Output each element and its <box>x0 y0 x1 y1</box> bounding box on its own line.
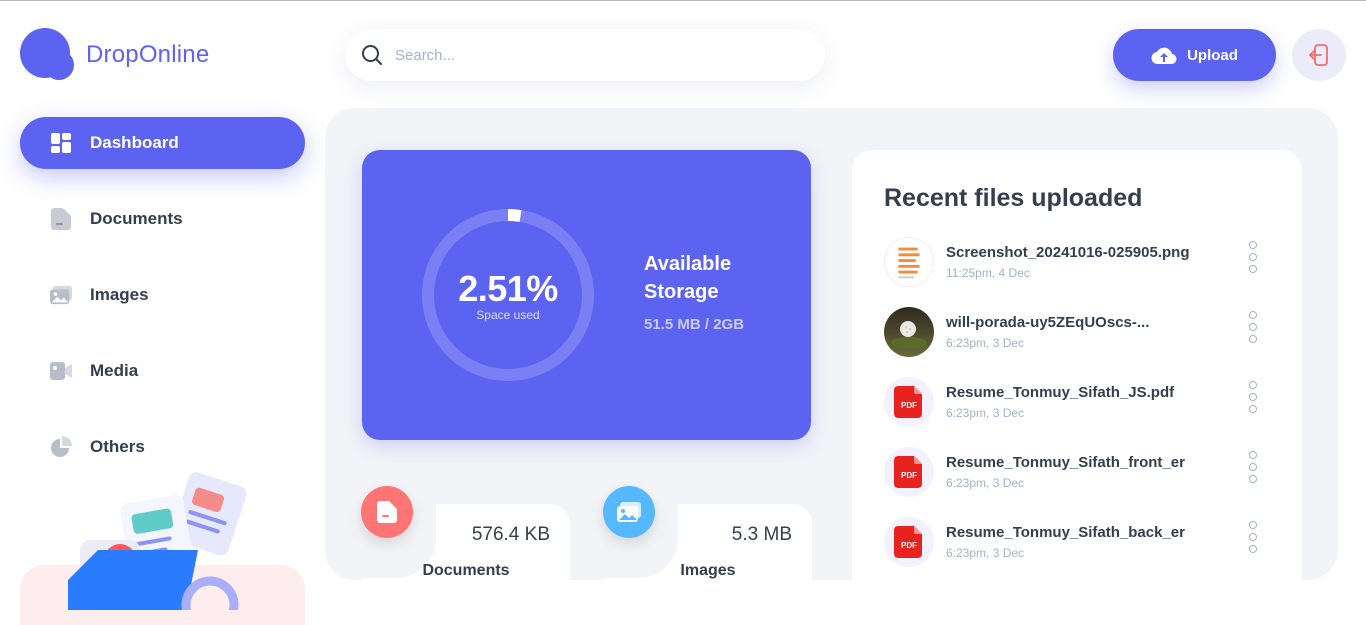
golf-ball-photo-thumbnail <box>884 307 934 357</box>
file-date: 6:23pm, 3 Dec <box>946 476 1025 490</box>
sidebar-item-documents[interactable]: Documents <box>20 193 305 245</box>
category-size: 5.3 MB <box>731 524 792 545</box>
more-options-icon[interactable] <box>1248 241 1258 273</box>
category-label: Images <box>680 562 736 579</box>
top-border <box>0 0 1366 1</box>
category-label: Documents <box>422 562 510 579</box>
search-input[interactable] <box>395 46 795 64</box>
recent-files-title: Recent files uploaded <box>884 184 1143 212</box>
recent-file-item[interactable]: will-porada-uy5ZEqUOscs-... 6:23pm, 3 De… <box>884 307 1264 359</box>
category-card-documents[interactable]: 576.4 KB Documents <box>360 486 570 580</box>
sidebar-item-label: Others <box>90 437 145 456</box>
app-name: DropOnline <box>86 41 210 68</box>
file-name: Screenshot_20241016-025905.png <box>946 244 1190 261</box>
more-options-icon[interactable] <box>1248 311 1258 343</box>
sidebar-item-label: Dashboard <box>90 133 179 152</box>
pdf-icon: PDF <box>884 377 934 427</box>
file-name: Resume_Tonmuy_Sifath_JS.pdf <box>946 384 1175 401</box>
svg-text:PDF: PDF <box>901 471 917 480</box>
media-icon <box>50 360 72 382</box>
dashboard-icon <box>50 132 72 154</box>
pdf-icon: PDF <box>884 517 934 567</box>
cloud-upload-icon <box>1151 45 1177 65</box>
file-date: 6:23pm, 3 Dec <box>946 336 1025 350</box>
storage-ring-label: 2.51% Space used <box>419 206 597 384</box>
upload-label: Upload <box>1187 46 1238 64</box>
file-date: 6:23pm, 3 Dec <box>946 546 1025 560</box>
file-date: 11:25pm, 4 Dec <box>946 266 1030 280</box>
sidebar-item-images[interactable]: Images <box>20 269 305 321</box>
files-illustration <box>68 472 247 610</box>
logout-icon <box>1309 44 1329 66</box>
documents-icon <box>50 208 72 230</box>
others-icon <box>50 436 72 458</box>
sidebar-item-media[interactable]: Media <box>20 345 305 397</box>
storage-card: 2.51% Space used Available Storage 51.5 … <box>362 150 811 440</box>
recent-file-item[interactable]: Screenshot_20241016-025905.png 11:25pm, … <box>884 237 1264 289</box>
file-name: Resume_Tonmuy_Sifath_back_er <box>946 524 1185 541</box>
recent-file-item[interactable]: PDF Resume_Tonmuy_Sifath_JS.pdf 6:23pm, … <box>884 377 1264 429</box>
logo[interactable]: DropOnline <box>20 28 209 82</box>
available-storage: Available Storage 51.5 MB / 2GB <box>644 250 774 333</box>
available-storage-size: 51.5 MB / 2GB <box>644 316 745 333</box>
recent-file-item[interactable]: PDF Resume_Tonmuy_Sifath_back_er 6:23pm,… <box>884 517 1264 569</box>
more-options-icon[interactable] <box>1248 381 1258 413</box>
file-name: will-porada-uy5ZEqUOscs-... <box>946 314 1150 331</box>
image-icon <box>603 486 655 538</box>
sidebar-item-others[interactable]: Others <box>20 421 305 473</box>
images-icon <box>50 284 72 306</box>
category-card-images[interactable]: 5.3 MB Images <box>602 486 812 580</box>
document-icon <box>361 486 413 538</box>
file-date: 6:23pm, 3 Dec <box>946 406 1025 420</box>
available-storage-title: Available Storage <box>644 253 732 303</box>
recent-files-panel: Recent files uploaded Screenshot_2024101… <box>852 150 1302 580</box>
space-used-label: Space used <box>476 308 540 322</box>
sidebar-nav: Dashboard Documents Images Media Others <box>20 117 305 497</box>
sidebar-item-label: Media <box>90 361 139 380</box>
more-options-icon[interactable] <box>1248 451 1258 483</box>
svg-text:PDF: PDF <box>901 401 917 410</box>
file-name: Resume_Tonmuy_Sifath_front_er <box>946 454 1185 471</box>
sidebar-illustration <box>20 470 305 625</box>
storage-percent: 2.51% <box>458 268 558 309</box>
sidebar-item-label: Documents <box>90 209 183 228</box>
sidebar-item-label: Images <box>90 285 149 304</box>
screenshot-thumbnail <box>884 237 934 287</box>
category-size: 576.4 KB <box>471 524 550 545</box>
recent-file-item[interactable]: PDF Resume_Tonmuy_Sifath_front_er 6:23pm… <box>884 447 1264 499</box>
svg-text:PDF: PDF <box>901 541 917 550</box>
dashboard-main: 2.51% Space used Available Storage 51.5 … <box>325 108 1338 580</box>
logout-button[interactable] <box>1292 29 1346 81</box>
logo-icon <box>20 28 76 82</box>
pdf-icon: PDF <box>884 447 934 497</box>
search-icon <box>361 44 383 66</box>
upload-button[interactable]: Upload <box>1113 29 1276 81</box>
more-options-icon[interactable] <box>1248 521 1258 553</box>
sidebar-item-dashboard[interactable]: Dashboard <box>20 117 305 169</box>
search-bar[interactable] <box>345 29 825 81</box>
